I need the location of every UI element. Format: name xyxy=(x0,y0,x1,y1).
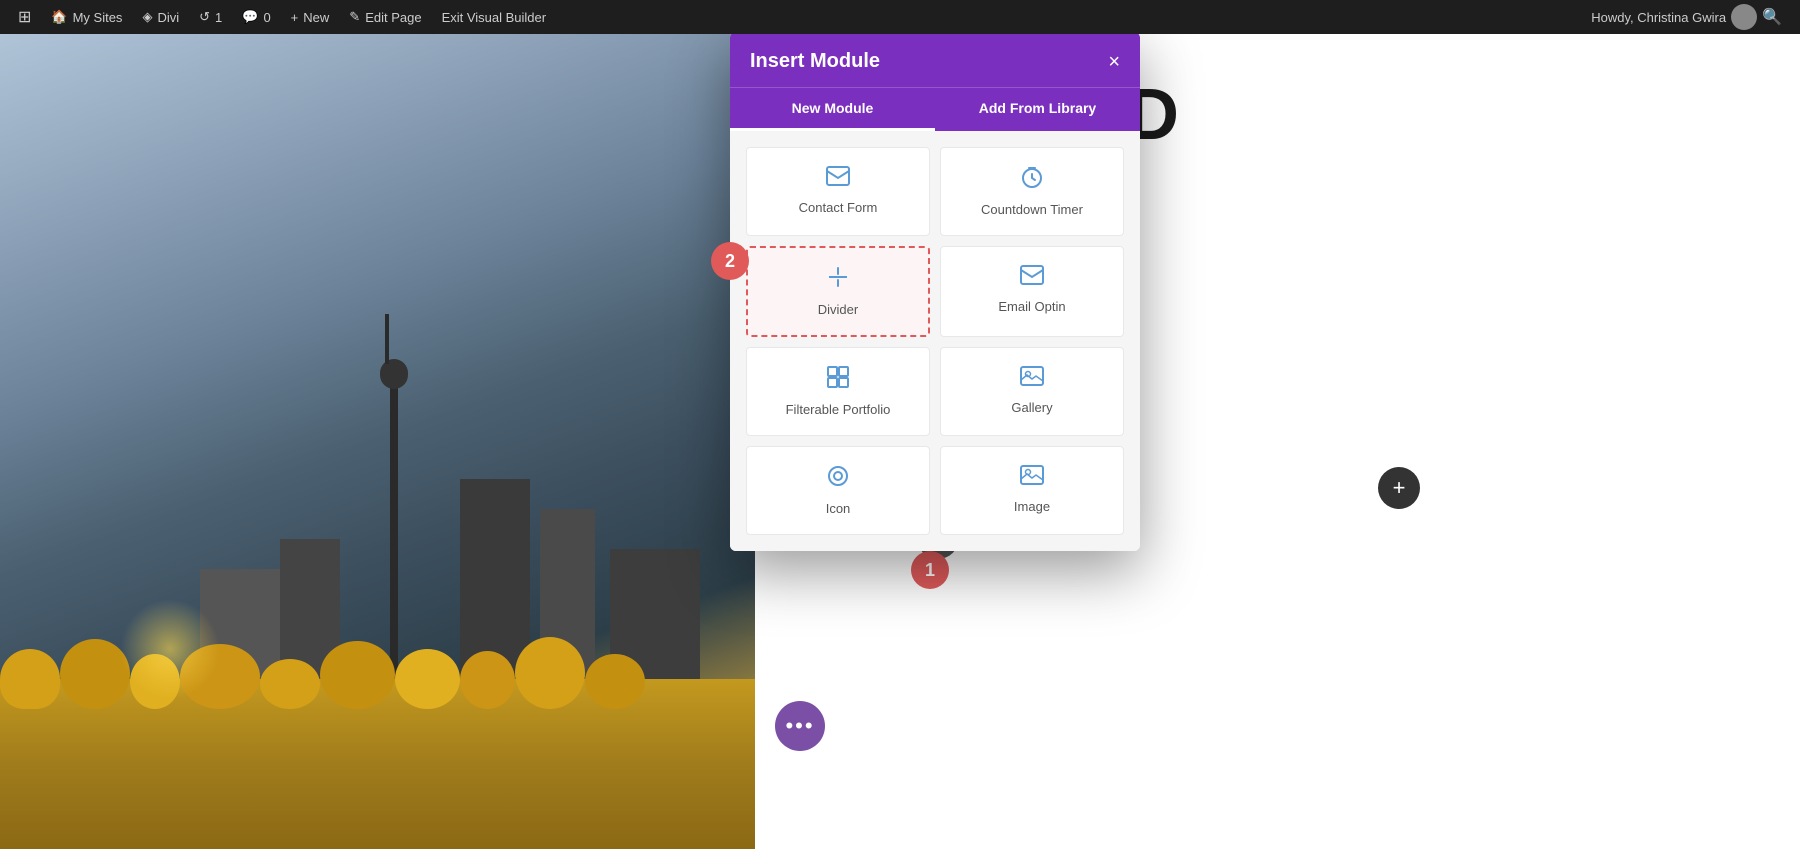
new-icon: + xyxy=(291,10,299,25)
updates-menu[interactable]: ↺ 1 xyxy=(189,0,232,34)
user-greeting: Howdy, Christina Gwira xyxy=(1591,10,1726,25)
my-sites-menu[interactable]: 🏠 My Sites xyxy=(41,0,132,34)
divi-icon: ◈ xyxy=(142,9,152,25)
module-image[interactable]: Image xyxy=(940,446,1124,535)
countdown-timer-label: Countdown Timer xyxy=(981,202,1083,217)
divider-label: Divider xyxy=(818,302,858,317)
step-badge-2: 2 xyxy=(711,242,749,280)
modal-header: Insert Module × xyxy=(730,32,1140,87)
edit-page-icon: ✎ xyxy=(349,9,360,25)
my-sites-label: My Sites xyxy=(73,10,123,25)
divider-icon xyxy=(827,266,849,294)
exit-vb-label: Exit Visual Builder xyxy=(442,10,547,25)
module-gallery[interactable]: Gallery xyxy=(940,347,1124,436)
divi-label: Divi xyxy=(157,10,179,25)
module-filterable-portfolio[interactable]: Filterable Portfolio xyxy=(746,347,930,436)
gallery-icon xyxy=(1020,366,1044,392)
insert-module-modal: Insert Module × New Module Add From Libr… xyxy=(730,32,1140,551)
countdown-timer-icon xyxy=(1021,166,1043,194)
module-icon[interactable]: Icon xyxy=(746,446,930,535)
module-grid: Contact Form Countdown Timer xyxy=(730,131,1140,551)
module-email-optin[interactable]: Email Optin xyxy=(940,246,1124,337)
email-optin-icon xyxy=(1020,265,1044,291)
admin-bar: ⊞ 🏠 My Sites ◈ Divi ↺ 1 💬 0 + New ✎ Edit… xyxy=(0,0,1800,34)
updates-icon: ↺ xyxy=(199,9,210,25)
comments-icon: 💬 xyxy=(242,9,258,25)
modal-overlay: Insert Module × New Module Add From Libr… xyxy=(0,0,1800,849)
email-optin-label: Email Optin xyxy=(998,299,1065,314)
filterable-portfolio-label: Filterable Portfolio xyxy=(786,402,891,417)
new-menu[interactable]: + New xyxy=(281,0,340,34)
wp-icon: ⊞ xyxy=(18,7,31,27)
edit-page-button[interactable]: ✎ Edit Page xyxy=(339,0,431,34)
updates-count: 1 xyxy=(215,10,222,25)
modal-tabs: New Module Add From Library xyxy=(730,87,1140,131)
filterable-portfolio-icon xyxy=(827,366,849,394)
image-icon xyxy=(1020,465,1044,491)
user-avatar xyxy=(1731,4,1757,30)
contact-form-icon xyxy=(826,166,850,192)
module-contact-form[interactable]: Contact Form xyxy=(746,147,930,236)
search-icon[interactable]: 🔍 xyxy=(1762,7,1782,27)
edit-page-label: Edit Page xyxy=(365,10,421,25)
comments-count: 0 xyxy=(263,10,270,25)
comments-menu[interactable]: 💬 0 xyxy=(232,0,280,34)
image-label: Image xyxy=(1014,499,1050,514)
contact-form-label: Contact Form xyxy=(799,200,878,215)
module-countdown-timer[interactable]: Countdown Timer xyxy=(940,147,1124,236)
modal-close-button[interactable]: × xyxy=(1108,52,1120,72)
my-sites-icon: 🏠 xyxy=(51,9,67,25)
icon-module-icon xyxy=(827,465,849,493)
divi-menu[interactable]: ◈ Divi xyxy=(132,0,189,34)
modal-title: Insert Module xyxy=(750,50,880,73)
admin-bar-right: Howdy, Christina Gwira 🔍 xyxy=(1581,0,1792,34)
tab-new-module[interactable]: New Module xyxy=(730,88,935,131)
exit-vb-button[interactable]: Exit Visual Builder xyxy=(432,0,557,34)
icon-module-label: Icon xyxy=(826,501,851,516)
module-divider[interactable]: Divider xyxy=(746,246,930,337)
new-label: New xyxy=(303,10,329,25)
user-menu[interactable]: Howdy, Christina Gwira 🔍 xyxy=(1581,0,1792,34)
tab-from-library[interactable]: Add From Library xyxy=(935,88,1140,131)
wp-logo[interactable]: ⊞ xyxy=(8,0,41,34)
gallery-label: Gallery xyxy=(1011,400,1052,415)
